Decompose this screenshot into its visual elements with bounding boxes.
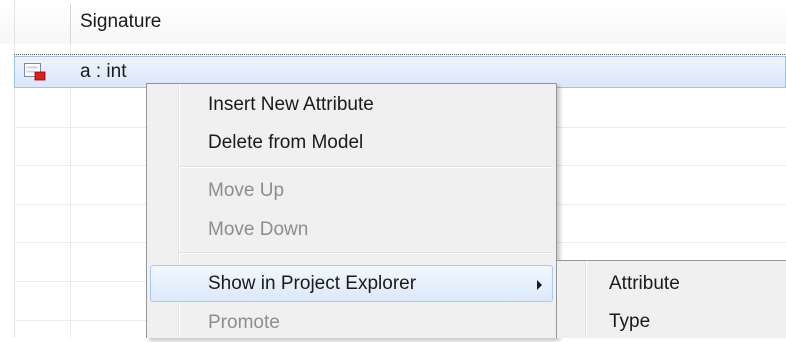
menu-separator (179, 253, 552, 254)
signature-column-header[interactable]: Signature (80, 10, 161, 34)
menu-item-label: Delete from Model (208, 132, 364, 153)
attribute-icon (24, 63, 46, 81)
menu-item-insert-new-attribute[interactable]: Insert New Attribute (147, 86, 556, 124)
focus-outline (14, 54, 786, 55)
menu-item-delete-from-model[interactable]: Delete from Model (147, 124, 556, 162)
menu-item-promote[interactable]: Promote (147, 304, 556, 342)
show-in-submenu: Attribute Type (556, 260, 786, 338)
gridline-vertical (14, 0, 15, 338)
submenu-arrow-icon (537, 280, 542, 290)
menu-item-move-down[interactable]: Move Down (147, 211, 556, 249)
column-separator[interactable] (70, 4, 71, 44)
menu-item-label: Show in Project Explorer (208, 273, 417, 294)
menu-item-label: Promote (208, 312, 280, 333)
menu-separator (179, 167, 552, 168)
menu-item-label: Insert New Attribute (208, 94, 374, 115)
context-menu: Insert New Attribute Delete from Model M… (146, 83, 557, 338)
menu-item-label: Type (609, 311, 651, 332)
gridline-vertical (70, 44, 71, 338)
submenu-item-type[interactable]: Type (557, 303, 786, 341)
menu-item-show-in-project-explorer[interactable]: Show in Project Explorer (150, 265, 553, 302)
submenu-item-attribute[interactable]: Attribute (557, 265, 786, 303)
menu-item-label: Attribute (609, 273, 680, 294)
attribute-signature[interactable]: a : int (80, 60, 126, 84)
menu-item-label: Move Up (208, 180, 285, 201)
menu-item-label: Move Down (208, 219, 309, 240)
menu-item-move-up[interactable]: Move Up (147, 172, 556, 210)
table-header: Signature (0, 0, 786, 44)
